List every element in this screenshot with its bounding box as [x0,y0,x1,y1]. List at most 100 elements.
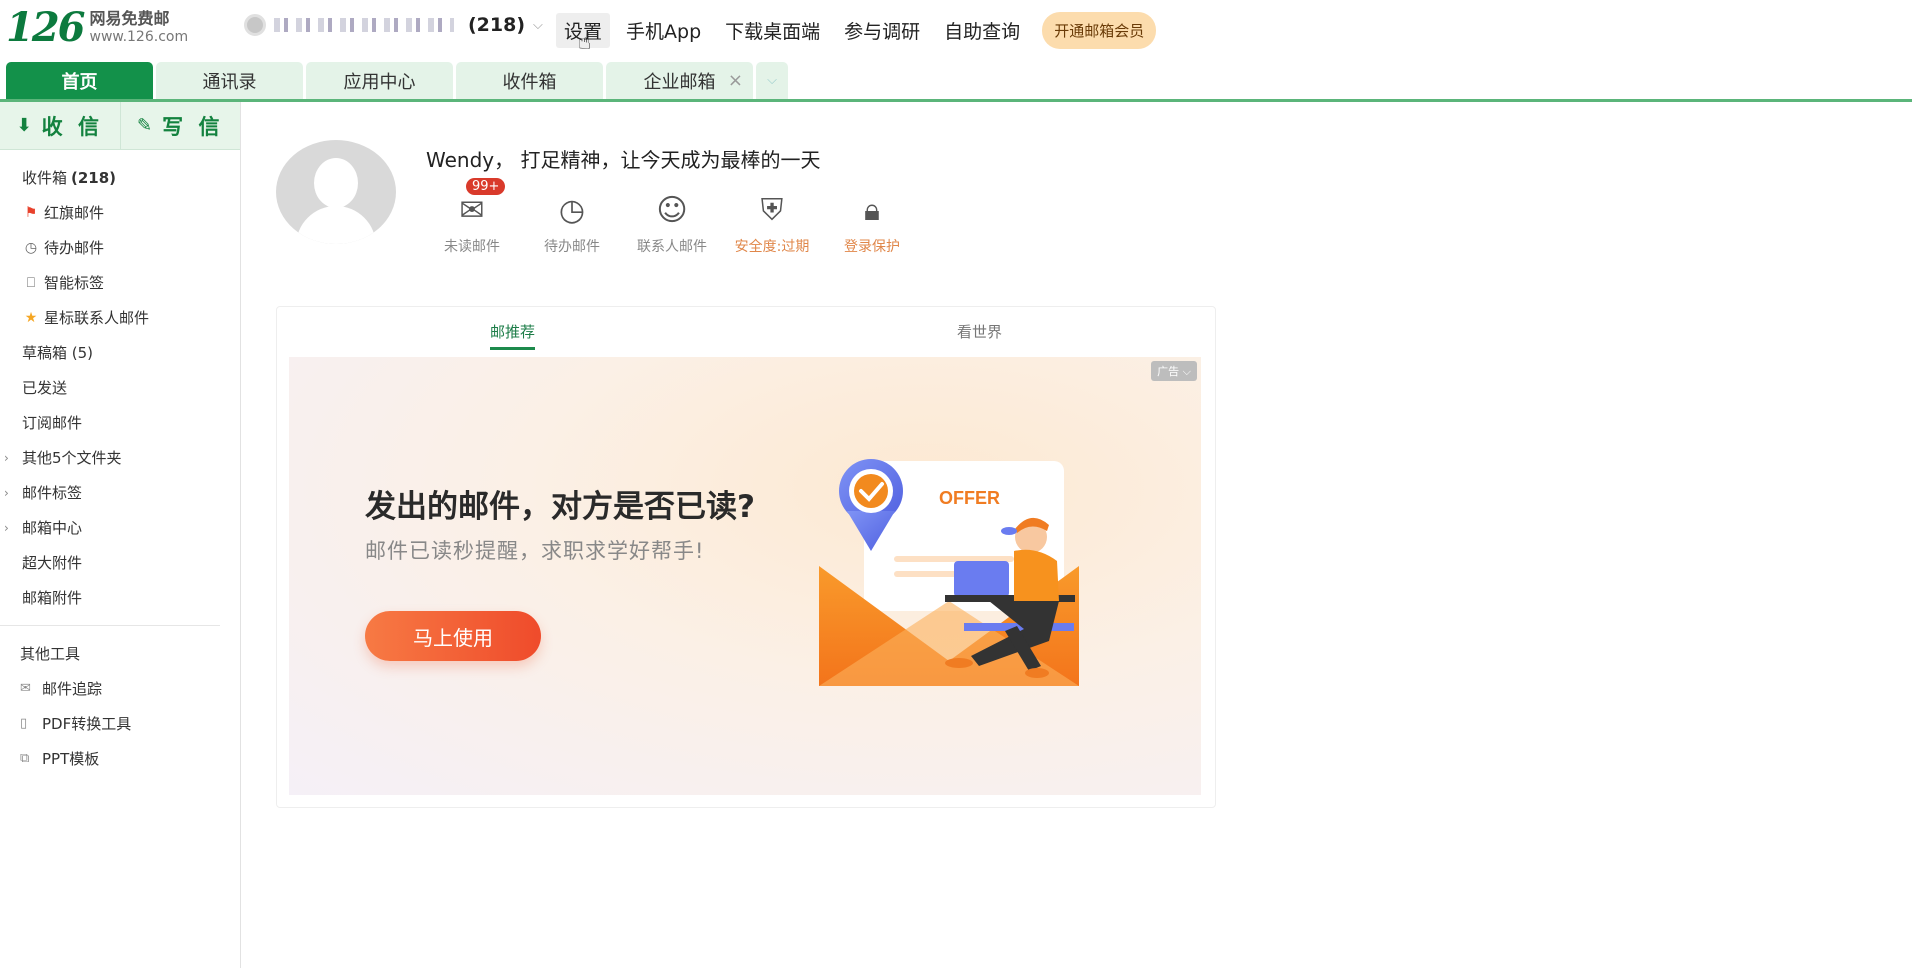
sidebar-item-starred-contacts[interactable]: ★ 星标联系人邮件 [0,300,240,335]
shortcut-label: 待办邮件 [544,239,600,255]
sidebar-item-label: 邮件标签 [22,484,83,502]
lock-icon: 🔒︎ [864,193,880,228]
shortcut-label: 未读邮件 [444,239,500,255]
sidebar-item-label: 邮箱附件 [22,589,83,607]
survey-link[interactable]: 参与调研 [836,13,928,48]
logo-url: www.126.com [89,29,189,45]
inbox-download-icon: ⬇ [16,115,32,136]
sidebar-item-label: 邮箱中心 [22,519,83,537]
compose-button[interactable]: ✎ 写 信 [119,102,241,149]
sidebar-item-flagged[interactable]: ⚑ 红旗邮件 [0,195,240,230]
sidebar-item-label: 邮件追踪 [42,680,103,698]
tab-recommend[interactable]: 邮推荐 [490,321,536,350]
sidebar-item-label: 已发送 [22,379,68,397]
sidebar-item-subscriptions[interactable]: 订阅邮件 [0,405,240,440]
chevron-down-icon: ⌵ [533,17,543,33]
ad-tag-label: 广告 [1157,365,1180,378]
clock-icon: ◷ [558,193,586,228]
sidebar-item-label: 订阅邮件 [22,414,83,432]
ppt-template-icon: ⧉ [20,751,30,766]
sidebar-item-mailbox-attachments[interactable]: 邮箱附件 [0,580,240,615]
logo-mark: 126 [6,4,85,51]
tab-contacts[interactable]: 通讯录 [156,62,303,99]
chevron-right-icon[interactable]: › [4,521,9,535]
shortcut-label: 联系人邮件 [637,239,707,255]
folder-list: 收件箱 (218) ⚑ 红旗邮件 ◷ 待办邮件 ⎕ 智能标签 ★ 星标联系人邮件 … [0,150,240,776]
card-tabs: 邮推荐 看世界 [277,307,1215,355]
sidebar-item-mail-tracking[interactable]: ✉ 邮件追踪 [0,671,240,706]
ad-banner[interactable]: 广告 ⌵ 发出的邮件，对方是否已读? 邮件已读秒提醒，求职求学好帮手! 马上使用… [289,357,1201,795]
shortcut-label: 登录保护 [844,239,900,255]
pdf-file-icon: ▯ [20,716,28,731]
logo-text: 网易免费邮 www.126.com [90,10,189,46]
contact-icon: ☺ [656,193,688,228]
sidebar-item-ppt-templates[interactable]: ⧉ PPT模板 [0,741,240,776]
tab-overflow-chevron-icon[interactable]: ⌵ [756,62,788,99]
sidebar: ⬇ 收 信 ✎ 写 信 收件箱 (218) ⚑ 红旗邮件 ◷ 待办邮件 ⎕ 智能标… [0,102,241,968]
hand-cursor-icon: ☝ [578,30,592,55]
sidebar-item-mail-center[interactable]: › 邮箱中心 [0,510,240,545]
pencil-icon: ✎ [137,115,153,136]
red-flag-icon: ⚑ [24,204,38,221]
account-switcher[interactable]: (218) ⌵ [244,14,564,36]
tab-inbox[interactable]: 收件箱 [456,62,603,99]
sidebar-item-label: 收件箱 [22,169,68,187]
sidebar-item-drafts[interactable]: 草稿箱 (5) [0,335,240,370]
tab-bar: 首页 通讯录 应用中心 收件箱 企业邮箱 × ⌵ [0,60,1912,102]
account-avatar [244,14,266,36]
sidebar-item-todo[interactable]: ◷ 待办邮件 [0,230,240,265]
clock-icon: ◷ [24,239,38,256]
mobile-app-link[interactable]: 手机App [618,13,709,48]
compose-label: 写 信 [162,114,224,139]
account-unread-count: (218) [468,14,526,36]
sidebar-item-label: 超大附件 [22,554,83,572]
ad-title: 发出的邮件，对方是否已读? [365,489,755,525]
tab-enterprise-mail[interactable]: 企业邮箱 × [606,62,753,99]
shortcut-security[interactable]: ⛨ 安全度:过期 [722,190,822,256]
tab-world[interactable]: 看世界 [957,321,1002,342]
shortcut-contact-mail[interactable]: ☺ 联系人邮件 [622,190,722,256]
ad-illustration: OFFER [819,459,1079,686]
tab-enterprise-mail-label: 企业邮箱 [643,71,716,93]
sidebar-item-large-attachments[interactable]: 超大附件 [0,545,240,580]
sidebar-item-pdf-tool[interactable]: ▯ PDF转换工具 [0,706,240,741]
vip-button[interactable]: 开通邮箱会员 [1042,12,1157,49]
chevron-right-icon[interactable]: › [4,486,9,500]
mail-tracking-icon: ✉ [20,681,31,696]
receive-button[interactable]: ⬇ 收 信 [0,102,120,149]
sidebar-item-label: 其他5个文件夹 [22,449,122,467]
bookmark-icon: ⎕ [26,274,36,291]
sidebar-item-mail-labels[interactable]: › 邮件标签 [0,475,240,510]
tab-home[interactable]: 首页 [6,62,153,99]
shortcut-todo-mail[interactable]: ◷ 待办邮件 [522,190,622,256]
other-tools-title: 其他工具 [20,645,81,663]
offer-text: OFFER [939,488,1000,508]
use-now-button[interactable]: 马上使用 [365,611,541,661]
sidebar-item-smart-labels[interactable]: ⎕ 智能标签 [0,265,240,300]
shortcut-label: 安全度:过期 [734,239,810,255]
greeting-text: Wendy， 打足精神，让今天成为最棒的一天 [426,148,821,172]
sidebar-item-label: 红旗邮件 [44,204,105,222]
tab-apps[interactable]: 应用中心 [306,62,453,99]
logo-name: 网易免费邮 [89,9,170,28]
logo[interactable]: 126 网易免费邮 www.126.com [6,6,188,50]
ad-tag[interactable]: 广告 ⌵ [1151,361,1197,381]
sidebar-item-label: 草稿箱 (5) [22,344,94,362]
shortcut-unread-mail[interactable]: ✉ 99+ 未读邮件 [422,178,522,256]
avatar-head [314,158,358,208]
recommendation-card: 邮推荐 看世界 广告 ⌵ 发出的邮件，对方是否已读? 邮件已读秒提醒，求职求学好… [276,306,1216,808]
sidebar-item-other-folders[interactable]: › 其他5个文件夹 [0,440,240,475]
star-icon: ★ [24,309,38,326]
receive-label: 收 信 [41,114,103,139]
shortcut-login-protection[interactable]: 🔒︎ 登录保护 [822,190,922,256]
sidebar-item-sent[interactable]: 已发送 [0,370,240,405]
sidebar-item-inbox[interactable]: 收件箱 (218) [0,160,240,195]
sidebar-item-label: PPT模板 [42,750,100,768]
avatar[interactable] [276,140,396,244]
close-icon[interactable]: × [728,70,743,91]
chevron-right-icon[interactable]: › [4,451,9,465]
ad-subtitle: 邮件已读秒提醒，求职求学好帮手! [365,539,705,563]
divider [0,625,220,626]
desktop-download-link[interactable]: 下载桌面端 [717,13,828,48]
self-service-link[interactable]: 自助查询 [936,13,1028,48]
